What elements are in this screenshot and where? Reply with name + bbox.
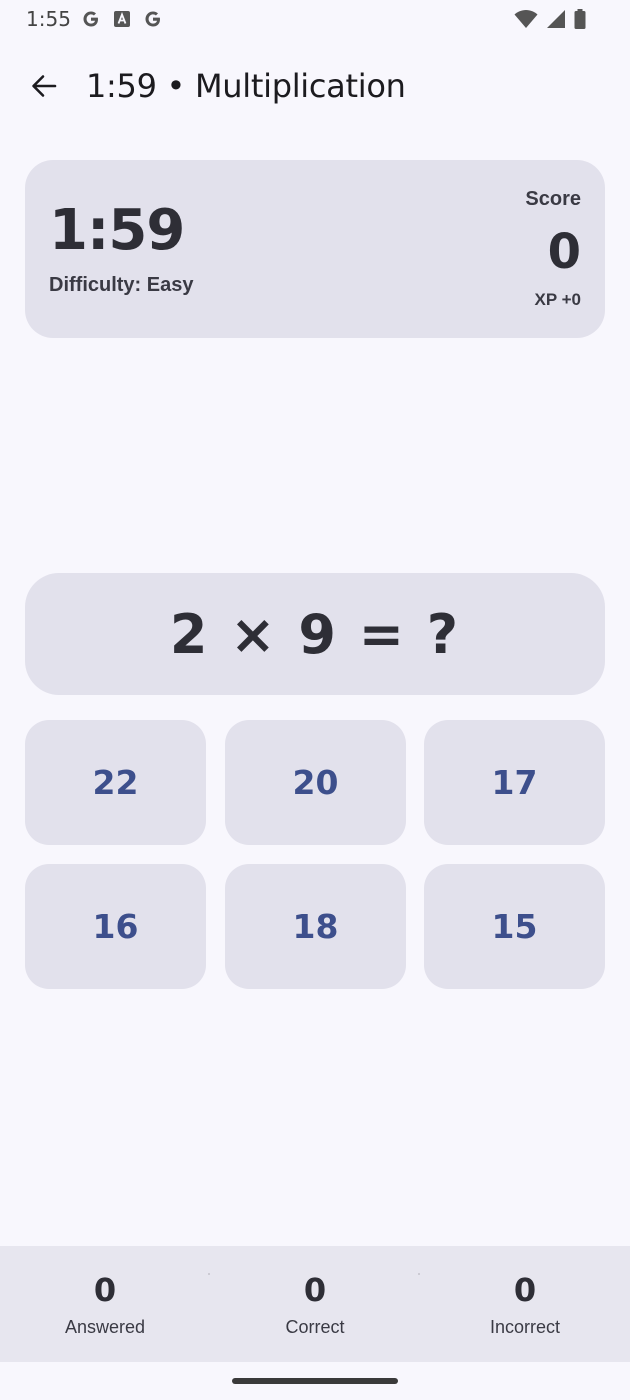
stats-bar: 0 Answered 0 Correct 0 Incorrect bbox=[0, 1246, 630, 1362]
stat-label: Incorrect bbox=[489, 1316, 561, 1337]
score-label: Score bbox=[525, 188, 581, 210]
home-indicator[interactable] bbox=[232, 1378, 398, 1384]
status-notification-icons bbox=[81, 9, 163, 29]
answer-button[interactable]: 15 bbox=[424, 864, 605, 989]
top-app-bar: 1:59 • Multiplication bbox=[0, 55, 630, 117]
answer-button[interactable]: 22 bbox=[25, 720, 206, 845]
stat-incorrect: 0 Incorrect bbox=[420, 1246, 630, 1362]
news-a-icon bbox=[113, 11, 130, 27]
stat-label: Answered bbox=[64, 1316, 146, 1337]
question-card: 2 × 9 = ? bbox=[25, 573, 605, 695]
countdown-timer: 1:59 bbox=[49, 198, 185, 263]
stat-answered: 0 Answered bbox=[0, 1246, 210, 1362]
wifi-icon bbox=[514, 10, 538, 28]
answer-button[interactable]: 17 bbox=[424, 720, 605, 845]
question-text: 2 × 9 = ? bbox=[169, 602, 461, 666]
status-time: 1:55 bbox=[26, 7, 71, 31]
stat-value: 0 bbox=[93, 1270, 117, 1309]
game-screen: 1:55 1:59 • Multiplication 1:59 Difficul… bbox=[0, 0, 630, 1400]
xp-label: XP +0 bbox=[534, 290, 581, 309]
status-system-icons bbox=[514, 9, 586, 29]
status-bar: 1:55 bbox=[0, 0, 630, 38]
stat-value: 0 bbox=[513, 1270, 537, 1309]
google-g-icon bbox=[145, 11, 160, 27]
battery-icon bbox=[574, 9, 586, 29]
status-left: 1:55 bbox=[26, 7, 163, 31]
score-value: 0 bbox=[547, 224, 581, 280]
stat-value: 0 bbox=[303, 1270, 327, 1309]
answer-button[interactable]: 20 bbox=[225, 720, 406, 845]
cell-signal-icon bbox=[547, 10, 565, 28]
answer-button[interactable]: 16 bbox=[25, 864, 206, 989]
google-g-icon bbox=[83, 11, 98, 27]
stat-correct: 0 Correct bbox=[210, 1246, 420, 1362]
answer-button[interactable]: 18 bbox=[225, 864, 406, 989]
page-title: 1:59 • Multiplication bbox=[86, 67, 406, 105]
difficulty-label: Difficulty: Easy bbox=[49, 274, 194, 296]
arrow-back-icon bbox=[32, 75, 57, 97]
timer-score-card: 1:59 Difficulty: Easy Score 0 XP +0 bbox=[25, 160, 605, 338]
stat-label: Correct bbox=[285, 1316, 345, 1337]
back-button[interactable] bbox=[18, 60, 70, 112]
